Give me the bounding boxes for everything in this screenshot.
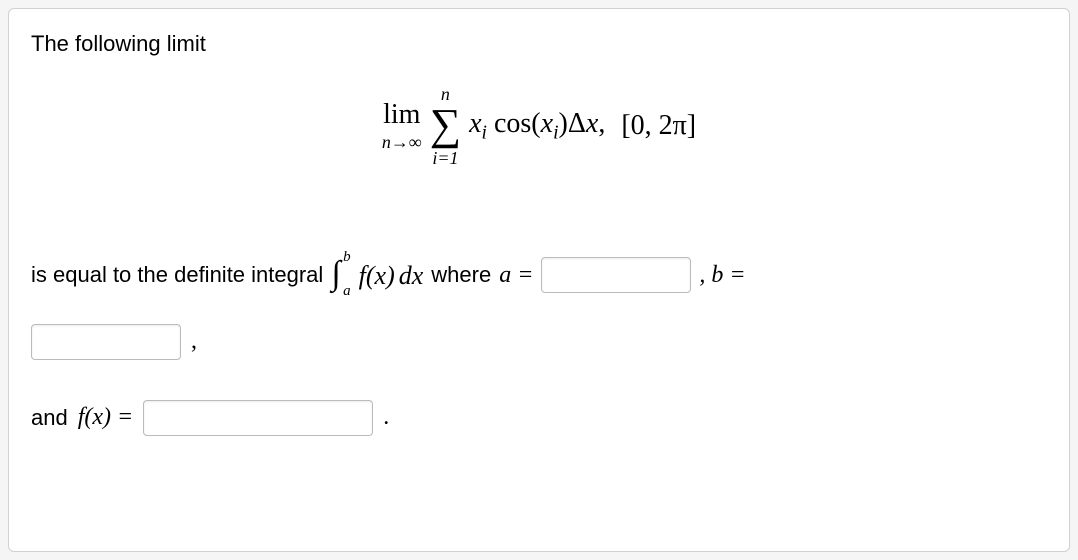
integral-line: is equal to the definite integral ∫ b a … bbox=[31, 247, 1047, 304]
comma-after-b: , bbox=[191, 328, 197, 355]
line2-pre-text: is equal to the definite integral bbox=[31, 251, 323, 299]
a-input[interactable] bbox=[541, 257, 691, 293]
problem-container: The following limit lim n→∞ n ∑ i=1 xi c… bbox=[8, 8, 1070, 552]
b-equals-label: , b = bbox=[699, 249, 745, 302]
b-input[interactable] bbox=[31, 324, 181, 360]
b-input-line: , bbox=[31, 324, 1047, 360]
where-text: where bbox=[431, 251, 491, 299]
final-period: . bbox=[383, 404, 389, 431]
lim-word: lim bbox=[383, 101, 420, 129]
dx-x: x bbox=[586, 108, 598, 139]
lim-operator: lim n→∞ bbox=[382, 101, 422, 151]
limit-expression: lim n→∞ n ∑ i=1 xi cos(xi)Δx, [0, 2π] bbox=[31, 85, 1047, 167]
fx-input-line: and f(x) = . bbox=[31, 400, 1047, 436]
xi-var: x bbox=[469, 108, 481, 139]
sum-lower: i=1 bbox=[432, 149, 458, 167]
fx-input[interactable] bbox=[143, 400, 373, 436]
and-text: and bbox=[31, 405, 68, 431]
integral-symbol: ∫ bbox=[331, 255, 340, 292]
close-delta: )Δ bbox=[559, 108, 586, 139]
a-equals-label: a = bbox=[499, 249, 533, 302]
summand-comma: , bbox=[598, 108, 605, 139]
summand-expression: xi cos(xi)Δx, bbox=[469, 108, 605, 145]
lim-subscript: n→∞ bbox=[382, 133, 422, 151]
intro-text: The following limit bbox=[31, 31, 1047, 57]
cos-open: cos( bbox=[487, 108, 541, 139]
xi2-var: x bbox=[541, 108, 553, 139]
integral-lower: a bbox=[343, 275, 351, 308]
integral-fx: f(x) bbox=[359, 247, 395, 304]
integral-upper: b bbox=[343, 241, 351, 274]
sum-operator: n ∑ i=1 bbox=[430, 85, 461, 167]
integral-expression: ∫ b a f(x) dx bbox=[331, 247, 423, 304]
integral-dx: dx bbox=[399, 247, 424, 304]
interval-text: [0, 2π] bbox=[621, 110, 696, 142]
sigma-symbol: ∑ bbox=[430, 105, 461, 145]
fx-equals-label: f(x) = bbox=[78, 404, 134, 431]
